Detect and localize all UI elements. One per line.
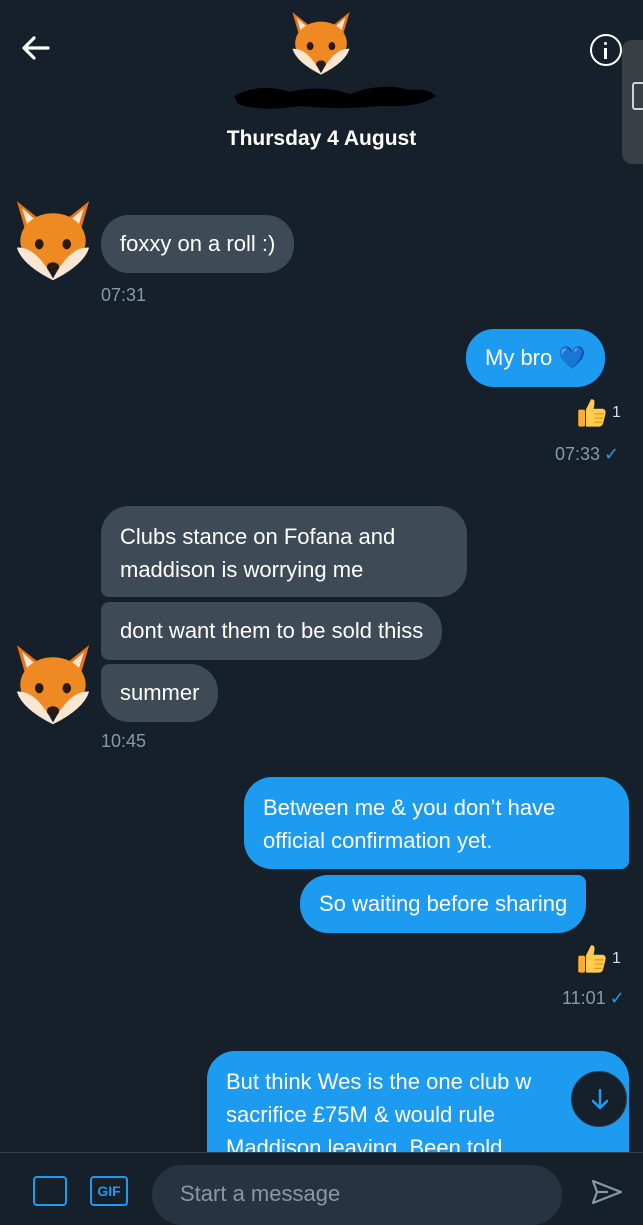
message-timestamp: 07:31 (101, 285, 147, 305)
message-line: official confirmation yet. (263, 828, 493, 853)
message-line: maddison is worrying me (120, 557, 364, 582)
message-reaction[interactable]: 1 (574, 942, 621, 976)
reaction-count: 1 (612, 404, 621, 421)
message-bubble-incoming[interactable]: foxxy on a roll :) (101, 215, 295, 273)
message-bubble-incoming[interactable]: summer (101, 664, 219, 722)
message-timestamp: 10:45 (101, 731, 147, 751)
message-text: summer (120, 680, 200, 705)
message-text: dont want them to be sold thiss (120, 618, 424, 643)
message-reaction[interactable]: 1 (574, 396, 621, 430)
sent-check-icon: ✓ (604, 444, 620, 464)
send-icon[interactable] (590, 1178, 624, 1206)
reaction-count: 1 (612, 950, 621, 967)
arrow-down-icon (591, 1088, 609, 1110)
message-line: Clubs stance on Fofana and (120, 524, 396, 549)
scroll-to-bottom-button[interactable] (571, 1071, 627, 1127)
message-text: My bro 💙 (485, 345, 586, 370)
message-text: So waiting before sharing (319, 891, 568, 916)
message-line: sacrifice £75M & would rule (226, 1102, 496, 1127)
message-text: foxxy on a roll :) (120, 231, 276, 256)
sent-check-icon: ✓ (609, 988, 625, 1008)
timestamp-text: 07:33 (555, 444, 601, 464)
conversation-date: Thursday 4 August (226, 127, 417, 150)
image-icon[interactable] (33, 1176, 67, 1206)
message-bubble-outgoing[interactable]: My bro 💙 (466, 329, 605, 387)
info-icon[interactable] (590, 34, 622, 66)
message-bubble-outgoing[interactable]: Between me & you don’t have official con… (244, 777, 629, 869)
message-line: Between me & you don’t have (263, 795, 556, 820)
message-line: But think Wes is the one club w (226, 1069, 532, 1094)
message-timestamp: 11:01 ✓ (562, 988, 625, 1009)
sender-avatar[interactable] (10, 196, 96, 282)
back-arrow-icon[interactable] (18, 30, 54, 66)
sender-avatar[interactable] (10, 640, 96, 726)
panel-icon (632, 82, 643, 110)
gif-icon[interactable]: GIF (90, 1176, 128, 1206)
message-input[interactable]: Start a message (152, 1165, 562, 1225)
thumbs-up-icon (574, 396, 608, 430)
message-bubble-outgoing[interactable]: So waiting before sharing (300, 875, 587, 933)
message-bubble-incoming[interactable]: dont want them to be sold thiss (101, 602, 443, 660)
redacted-contact-name (234, 86, 436, 109)
thumbs-up-icon (574, 942, 608, 976)
message-timestamp: 07:33 ✓ (555, 444, 619, 465)
message-bubble-incoming[interactable]: Clubs stance on Fofana and maddison is w… (101, 506, 467, 597)
timestamp-text: 11:01 (562, 988, 606, 1008)
contact-avatar[interactable] (287, 8, 355, 76)
